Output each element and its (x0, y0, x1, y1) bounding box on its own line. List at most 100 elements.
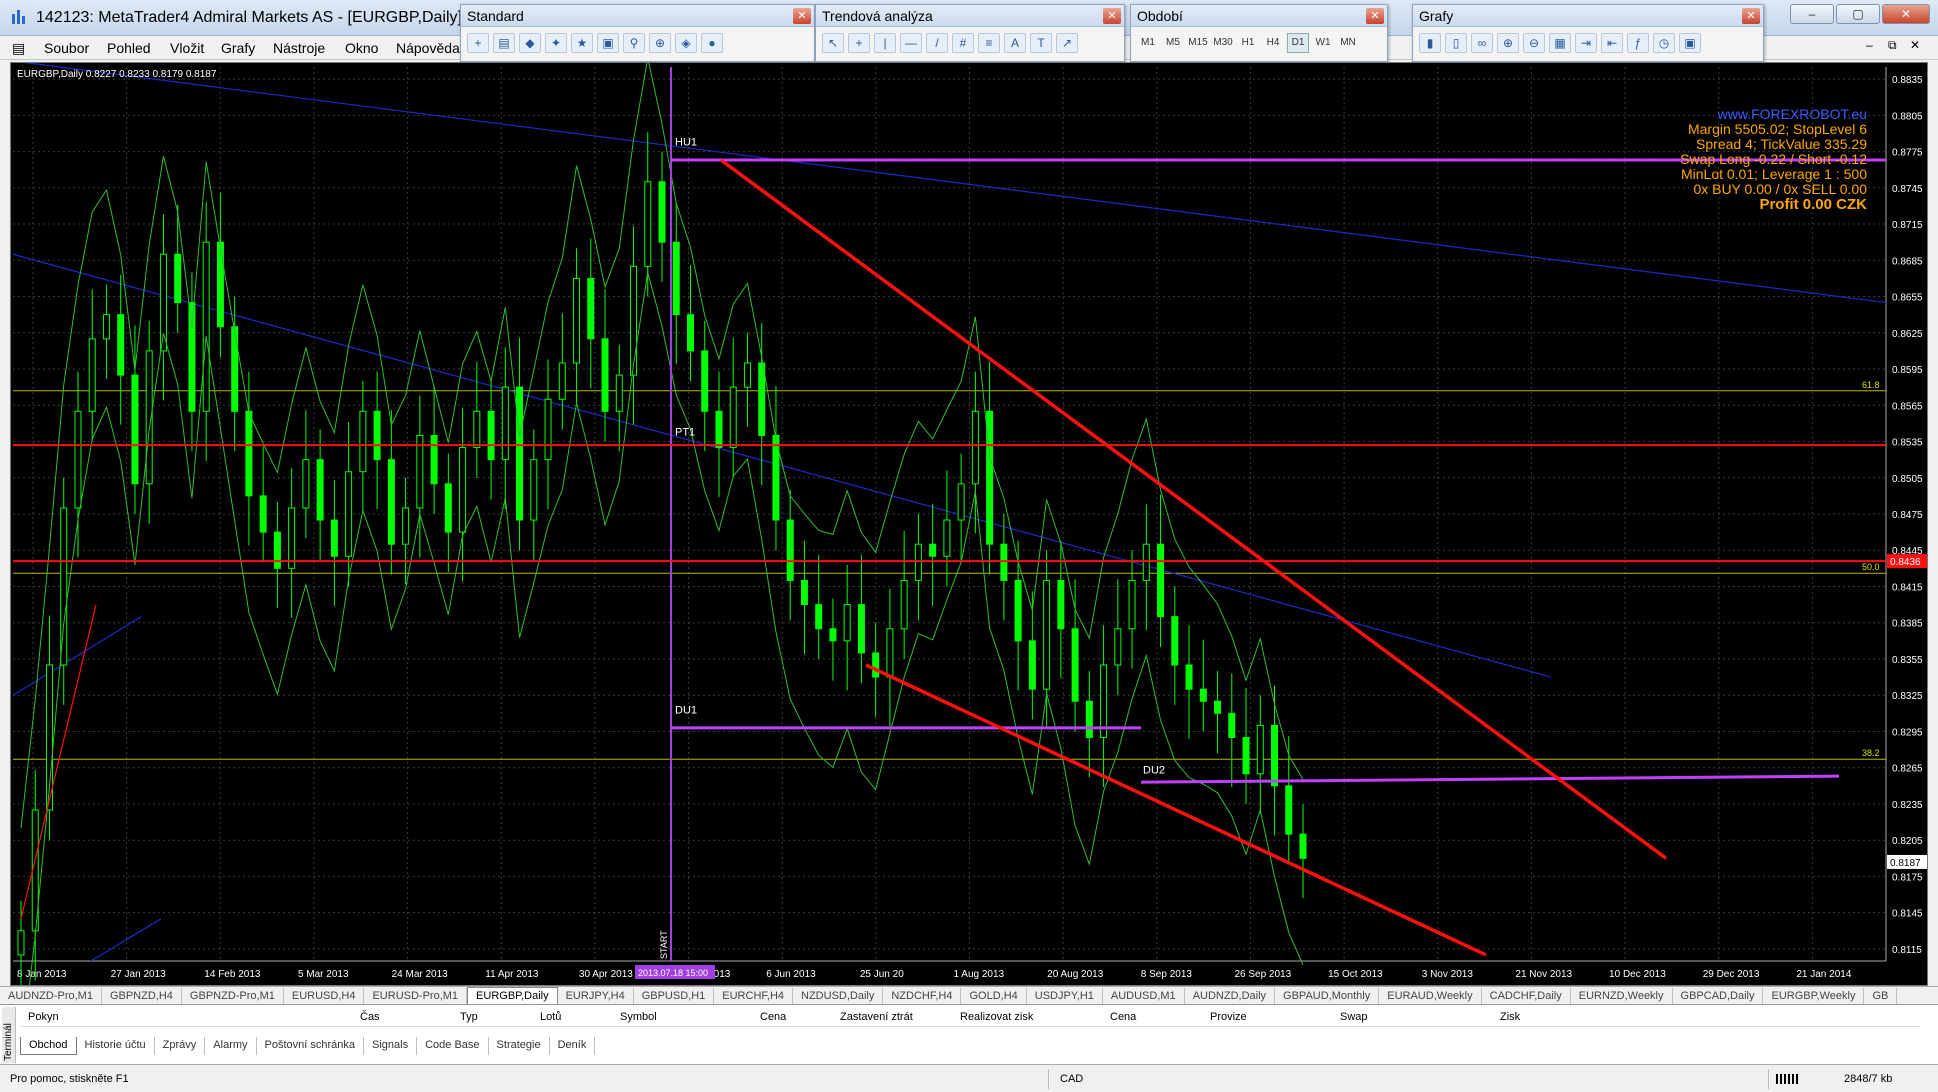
terminal-tab[interactable]: Code Base (417, 1037, 489, 1055)
text-tool-icon[interactable]: A (1004, 33, 1026, 53)
metaeditor-icon[interactable]: ◈ (675, 33, 697, 53)
terminal-column-header[interactable]: Pokyn (28, 1011, 59, 1023)
line-chart-icon[interactable]: ∞ (1471, 33, 1493, 53)
terminal-icon[interactable]: ▣ (597, 33, 619, 53)
mdi-minimize-button[interactable]: – (1866, 38, 1873, 52)
symbol-tab[interactable]: EURNZD,Weekly (1571, 988, 1673, 1004)
period-mn[interactable]: MN (1337, 33, 1359, 53)
menu-help[interactable]: Nápověda (396, 40, 460, 56)
terminal-column-header[interactable]: Swap (1340, 1011, 1368, 1023)
terminal-tab[interactable]: Historie účtu (77, 1037, 155, 1055)
toolbar-trend-close-icon[interactable]: ✕ (1103, 8, 1121, 24)
symbol-tab[interactable]: AUDUSD,M1 (1103, 988, 1185, 1004)
chart-shift-icon[interactable]: ⇤ (1601, 33, 1623, 53)
symbol-tab[interactable]: USDJPY,H1 (1027, 988, 1103, 1004)
terminal-column-header[interactable]: Lotů (540, 1011, 561, 1023)
symbol-tab[interactable]: EURUSD,H4 (284, 988, 365, 1004)
terminal-column-header[interactable]: Čas (360, 1011, 380, 1023)
terminal-column-header[interactable]: Symbol (620, 1011, 657, 1023)
symbol-tab[interactable]: AUDNZD-Pro,M1 (0, 988, 102, 1004)
menu-view[interactable]: Pohled (107, 40, 151, 56)
toolbar-periods-title[interactable]: Období (1131, 5, 1387, 27)
toolbar-trend-title[interactable]: Trendová analýza (816, 5, 1124, 27)
toolbar-charts-close-icon[interactable]: ✕ (1742, 8, 1760, 24)
templates-icon[interactable]: ▣ (1679, 33, 1701, 53)
menu-window[interactable]: Okno (345, 40, 378, 56)
terminal-column-header[interactable]: Provize (1210, 1011, 1247, 1023)
terminal-column-header[interactable]: Zastavení ztrát (840, 1011, 913, 1023)
mdi-chart-icon[interactable]: ▤ (12, 40, 25, 57)
menu-insert[interactable]: Vložit (170, 40, 204, 56)
terminal-tab[interactable]: Signals (364, 1037, 418, 1055)
menu-tools[interactable]: Nástroje (273, 40, 325, 56)
terminal-column-header[interactable]: Cena (1110, 1011, 1136, 1023)
channel-icon[interactable]: # (952, 33, 974, 53)
fibonacci-icon[interactable]: ≡ (978, 33, 1000, 53)
symbol-tab[interactable]: EURUSD-Pro,M1 (364, 988, 468, 1004)
period-d1[interactable]: D1 (1287, 33, 1309, 53)
minimize-button[interactable]: – (1790, 4, 1834, 24)
mdi-close-button[interactable]: ✕ (1910, 38, 1920, 52)
terminal-tab[interactable]: Poštovní schránka (257, 1037, 365, 1055)
label-tool-icon[interactable]: T (1030, 33, 1052, 53)
symbol-tab[interactable]: EURGBP,Daily (467, 987, 558, 1004)
terminal-tab[interactable]: Strategie (489, 1037, 550, 1055)
terminal-column-header[interactable]: Zisk (1500, 1011, 1520, 1023)
toolbar-charts-title[interactable]: Grafy (1413, 5, 1763, 27)
autotrading-icon[interactable]: ● (701, 33, 723, 53)
symbol-tab[interactable]: GBPNZD-Pro,M1 (182, 988, 284, 1004)
navigator-icon[interactable]: ✦ (545, 33, 567, 53)
terminal-column-header[interactable]: Cena (760, 1011, 786, 1023)
menu-charts[interactable]: Grafy (221, 40, 255, 56)
new-order-icon[interactable]: ⊕ (649, 33, 671, 53)
toolbar-standard-title[interactable]: Standard (461, 5, 814, 27)
favorites-icon[interactable]: ★ (571, 33, 593, 53)
info-site[interactable]: www.FOREXROBOT.eu (1680, 107, 1867, 122)
period-m15[interactable]: M15 (1187, 33, 1209, 53)
tile-windows-icon[interactable]: ▦ (1549, 33, 1571, 53)
price-chart[interactable]: 0.8835 0.8805 0.8775 0.8745 0.8715 0.8685 0.86… (11, 63, 1928, 986)
symbol-tab[interactable]: NZDCHF,H4 (883, 988, 962, 1004)
symbol-tab[interactable]: EURGBP,Weekly (1763, 988, 1865, 1004)
terminal-side-label[interactable]: Terminál (2, 1007, 16, 1063)
autoscroll-icon[interactable]: ⇥ (1575, 33, 1597, 53)
profiles-icon[interactable]: ▤ (493, 33, 515, 53)
symbol-tab[interactable]: CADCHF,Daily (1482, 988, 1571, 1004)
symbol-tab[interactable]: GOLD,H4 (961, 988, 1027, 1004)
terminal-tab[interactable]: Obchod (20, 1037, 77, 1055)
toolbar-periods-close-icon[interactable]: ✕ (1366, 8, 1384, 24)
vertical-line-icon[interactable]: | (874, 33, 896, 53)
terminal-tab[interactable]: Alarmy (205, 1037, 257, 1055)
maximize-button[interactable]: ▢ (1836, 4, 1880, 24)
bar-chart-icon[interactable]: ▮ (1419, 33, 1441, 53)
arrows-icon[interactable]: ↗ (1056, 33, 1078, 53)
symbol-tab[interactable]: EURAUD,Weekly (1379, 988, 1482, 1004)
period-m5[interactable]: M5 (1162, 33, 1184, 53)
symbol-tab[interactable]: GBPUSD,H1 (634, 988, 715, 1004)
periods-menu-icon[interactable]: ◷ (1653, 33, 1675, 53)
terminal-column-header[interactable]: Typ (460, 1011, 478, 1023)
period-m1[interactable]: M1 (1137, 33, 1159, 53)
toolbar-standard-close-icon[interactable]: ✕ (793, 8, 811, 24)
connection-status-icon[interactable] (1776, 1074, 1798, 1084)
terminal-tab[interactable]: Deník (550, 1037, 596, 1055)
symbol-tab[interactable]: EURCHF,H4 (714, 988, 794, 1004)
mdi-restore-button[interactable]: ⧉ (1888, 38, 1897, 53)
zoom-in-icon[interactable]: ⊕ (1497, 33, 1519, 53)
terminal-tab[interactable]: Zprávy (155, 1037, 206, 1055)
symbol-tab[interactable]: EURJPY,H4 (558, 988, 634, 1004)
period-h1[interactable]: H1 (1237, 33, 1259, 53)
zoom-out-icon[interactable]: ⊖ (1523, 33, 1545, 53)
horizontal-line-icon[interactable]: — (900, 33, 922, 53)
terminal-column-header[interactable]: Realizovat zisk (960, 1011, 1033, 1023)
symbol-tab[interactable]: GB (1864, 988, 1898, 1004)
trendline-icon[interactable]: / (926, 33, 948, 53)
cursor-icon[interactable]: ↖ (822, 33, 844, 53)
period-h4[interactable]: H4 (1262, 33, 1284, 53)
tester-icon[interactable]: ⚲ (623, 33, 645, 53)
metatrader-app-icon[interactable] (10, 8, 28, 26)
crosshair-icon[interactable]: + (848, 33, 870, 53)
chart-window[interactable]: 0.8835 0.8805 0.8775 0.8745 0.8715 0.8685 0.86… (10, 62, 1928, 986)
market-watch-icon[interactable]: ◆ (519, 33, 541, 53)
period-m30[interactable]: M30 (1212, 33, 1234, 53)
